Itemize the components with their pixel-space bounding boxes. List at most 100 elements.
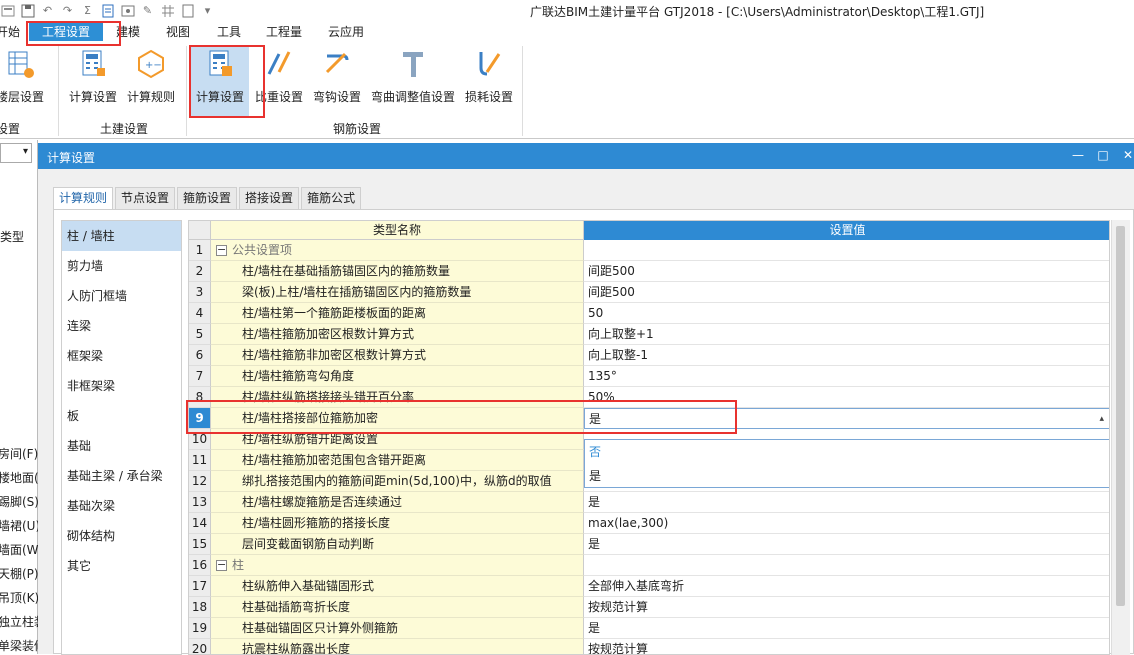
value-cell[interactable]: 按规范计算 xyxy=(584,597,1109,618)
report-icon[interactable] xyxy=(100,4,115,18)
scrollbar-thumb[interactable] xyxy=(1116,226,1125,606)
value-cell[interactable]: 按规范计算 xyxy=(584,639,1109,654)
table-row[interactable]: 6 柱/墙柱箍筋非加密区根数计算方式 向上取整-1 xyxy=(189,345,1109,366)
tab-calc-rules[interactable]: 计算规则 xyxy=(53,187,114,209)
value-cell[interactable]: 是 xyxy=(584,618,1109,639)
menu-start[interactable]: 开始 xyxy=(0,23,20,41)
table-row[interactable]: 20 抗震柱纵筋露出长度 按规范计算 xyxy=(189,639,1109,654)
row-number[interactable]: 6 xyxy=(189,345,211,366)
table-row[interactable]: 8 柱/墙柱纵筋搭接接头错开百分率 50% xyxy=(189,387,1109,408)
dropdown-option-no[interactable]: 否 xyxy=(585,440,1109,464)
table-row[interactable]: 14 柱/墙柱圆形箍筋的搭接长度 max(lae,300) xyxy=(189,513,1109,534)
table-row[interactable]: 4 柱/墙柱第一个箍筋距楼板面的距离 50 xyxy=(189,303,1109,324)
app-menu-icon[interactable] xyxy=(0,4,15,18)
calc-rules-button[interactable]: +− 计算规则 xyxy=(124,46,178,118)
table-row[interactable]: 3 梁(板)上柱/墙柱在插筋锚固区内的箍筋数量 间距500 xyxy=(189,282,1109,303)
save-icon[interactable] xyxy=(20,4,35,18)
row-number[interactable]: 18 xyxy=(189,597,211,618)
left-combo-box[interactable]: ▾ xyxy=(0,143,32,163)
value-cell[interactable]: 是 xyxy=(584,492,1109,513)
value-cell[interactable] xyxy=(584,240,1109,261)
dropdown-arrow-icon[interactable]: ▴ xyxy=(1099,409,1104,430)
grid-icon[interactable] xyxy=(160,4,175,18)
category-item[interactable]: 框架梁 xyxy=(62,341,181,371)
customize-dropdown-icon[interactable]: ▾ xyxy=(200,4,215,18)
value-cell[interactable]: 50 xyxy=(584,303,1109,324)
row-number[interactable]: 15 xyxy=(189,534,211,555)
category-item[interactable]: 基础次梁 xyxy=(62,491,181,521)
value-cell[interactable] xyxy=(584,555,1109,576)
value-dropdown-list[interactable]: 否 是 xyxy=(584,439,1109,488)
row-number[interactable]: 10 xyxy=(189,429,211,450)
floor-settings-button[interactable]: 楼层设置 xyxy=(0,46,46,118)
tab-lap-settings[interactable]: 搭接设置 xyxy=(239,187,300,209)
left-item-suspended-ceiling[interactable]: 吊顶(K) xyxy=(0,589,39,606)
left-item-wall-finish[interactable]: 墙面(W) xyxy=(0,541,43,558)
maximize-icon[interactable]: □ xyxy=(1095,147,1111,163)
value-cell[interactable]: 间距500 xyxy=(584,282,1109,303)
value-cell[interactable]: 全部伸入基底弯折 xyxy=(584,576,1109,597)
calc-settings-civil-button[interactable]: 计算设置 xyxy=(66,46,120,118)
specific-gravity-settings-button[interactable]: 比重设置 xyxy=(253,46,305,118)
row-number[interactable]: 7 xyxy=(189,366,211,387)
undo-icon[interactable]: ↶ xyxy=(40,4,55,18)
menu-view[interactable]: 视图 xyxy=(166,23,190,41)
category-item[interactable]: 基础 xyxy=(62,431,181,461)
dropdown-option-yes[interactable]: 是 xyxy=(585,464,1109,488)
table-row[interactable]: 17 柱纵筋伸入基础锚固形式 全部伸入基底弯折 xyxy=(189,576,1109,597)
category-item[interactable]: 柱 / 墙柱 xyxy=(62,221,181,251)
value-cell[interactable]: 50% xyxy=(584,387,1109,408)
row-number[interactable]: 1 xyxy=(189,240,211,261)
menu-project-settings[interactable]: 工程设置 xyxy=(29,23,103,41)
tab-node-settings[interactable]: 节点设置 xyxy=(115,187,176,209)
sum-icon[interactable]: Σ xyxy=(80,4,95,18)
row-number[interactable]: 16 xyxy=(189,555,211,576)
close-icon[interactable]: ✕ xyxy=(1120,147,1134,163)
row-number[interactable]: 3 xyxy=(189,282,211,303)
row-number[interactable]: 14 xyxy=(189,513,211,534)
category-item[interactable]: 基础主梁 / 承台梁 xyxy=(62,461,181,491)
category-item[interactable]: 非框架梁 xyxy=(62,371,181,401)
category-item[interactable]: 板 xyxy=(62,401,181,431)
row-number[interactable]: 9 xyxy=(189,408,211,429)
category-item[interactable]: 连梁 xyxy=(62,311,181,341)
row-number[interactable]: 11 xyxy=(189,450,211,471)
menu-tools[interactable]: 工具 xyxy=(217,23,241,41)
tab-stirrup-settings[interactable]: 箍筋设置 xyxy=(177,187,238,209)
table-row[interactable]: 2 柱/墙柱在基础插筋锚固区内的箍筋数量 间距500 xyxy=(189,261,1109,282)
table-row[interactable]: 18 柱基础插筋弯折长度 按规范计算 xyxy=(189,597,1109,618)
hook-settings-button[interactable]: 弯钩设置 xyxy=(311,46,363,118)
menu-modeling[interactable]: 建模 xyxy=(116,23,140,41)
left-item-dado[interactable]: 墙裙(U) xyxy=(0,517,40,534)
row-number[interactable]: 8 xyxy=(189,387,211,408)
menu-cloud[interactable]: 云应用 xyxy=(328,23,364,41)
left-item-room[interactable]: 房间(F) xyxy=(0,445,38,462)
category-item[interactable]: 其它 xyxy=(62,551,181,581)
menu-quantities[interactable]: 工程量 xyxy=(266,23,302,41)
row-number[interactable]: 17 xyxy=(189,576,211,597)
table-row[interactable]: 7 柱/墙柱箍筋弯勾角度 135° xyxy=(189,366,1109,387)
value-cell[interactable]: max(lae,300) xyxy=(584,513,1109,534)
template-icon[interactable] xyxy=(180,4,195,18)
value-cell-editing[interactable]: 是 ▴ xyxy=(584,408,1109,430)
row-number[interactable]: 2 xyxy=(189,261,211,282)
row-number[interactable]: 13 xyxy=(189,492,211,513)
table-row[interactable]: 13 柱/墙柱螺旋箍筋是否连续通过 是 xyxy=(189,492,1109,513)
group-row[interactable]: 1− 公共设置项 xyxy=(189,240,1109,261)
redo-icon[interactable]: ↷ xyxy=(60,4,75,18)
category-item[interactable]: 剪力墙 xyxy=(62,251,181,281)
table-row[interactable]: 9 柱/墙柱搭接部位箍筋加密是 ▴ xyxy=(189,408,1109,430)
left-item-ceiling[interactable]: 天棚(P) xyxy=(0,565,39,582)
value-cell[interactable]: 向上取整+1 xyxy=(584,324,1109,345)
tab-stirrup-formula[interactable]: 箍筋公式 xyxy=(301,187,362,209)
row-number[interactable]: 5 xyxy=(189,324,211,345)
table-row[interactable]: 19 柱基础锚固区只计算外侧箍筋 是 xyxy=(189,618,1109,639)
left-item-skirting[interactable]: 踢脚(S) xyxy=(0,493,39,510)
value-cell[interactable]: 是 xyxy=(584,534,1109,555)
row-number[interactable]: 20 xyxy=(189,639,211,654)
value-cell[interactable]: 向上取整-1 xyxy=(584,345,1109,366)
calc-settings-rebar-button[interactable]: 计算设置 xyxy=(191,46,249,118)
row-number[interactable]: 4 xyxy=(189,303,211,324)
row-number[interactable]: 12 xyxy=(189,471,211,492)
bend-adjustment-settings-button[interactable]: 弯曲调整值设置 xyxy=(368,46,458,118)
